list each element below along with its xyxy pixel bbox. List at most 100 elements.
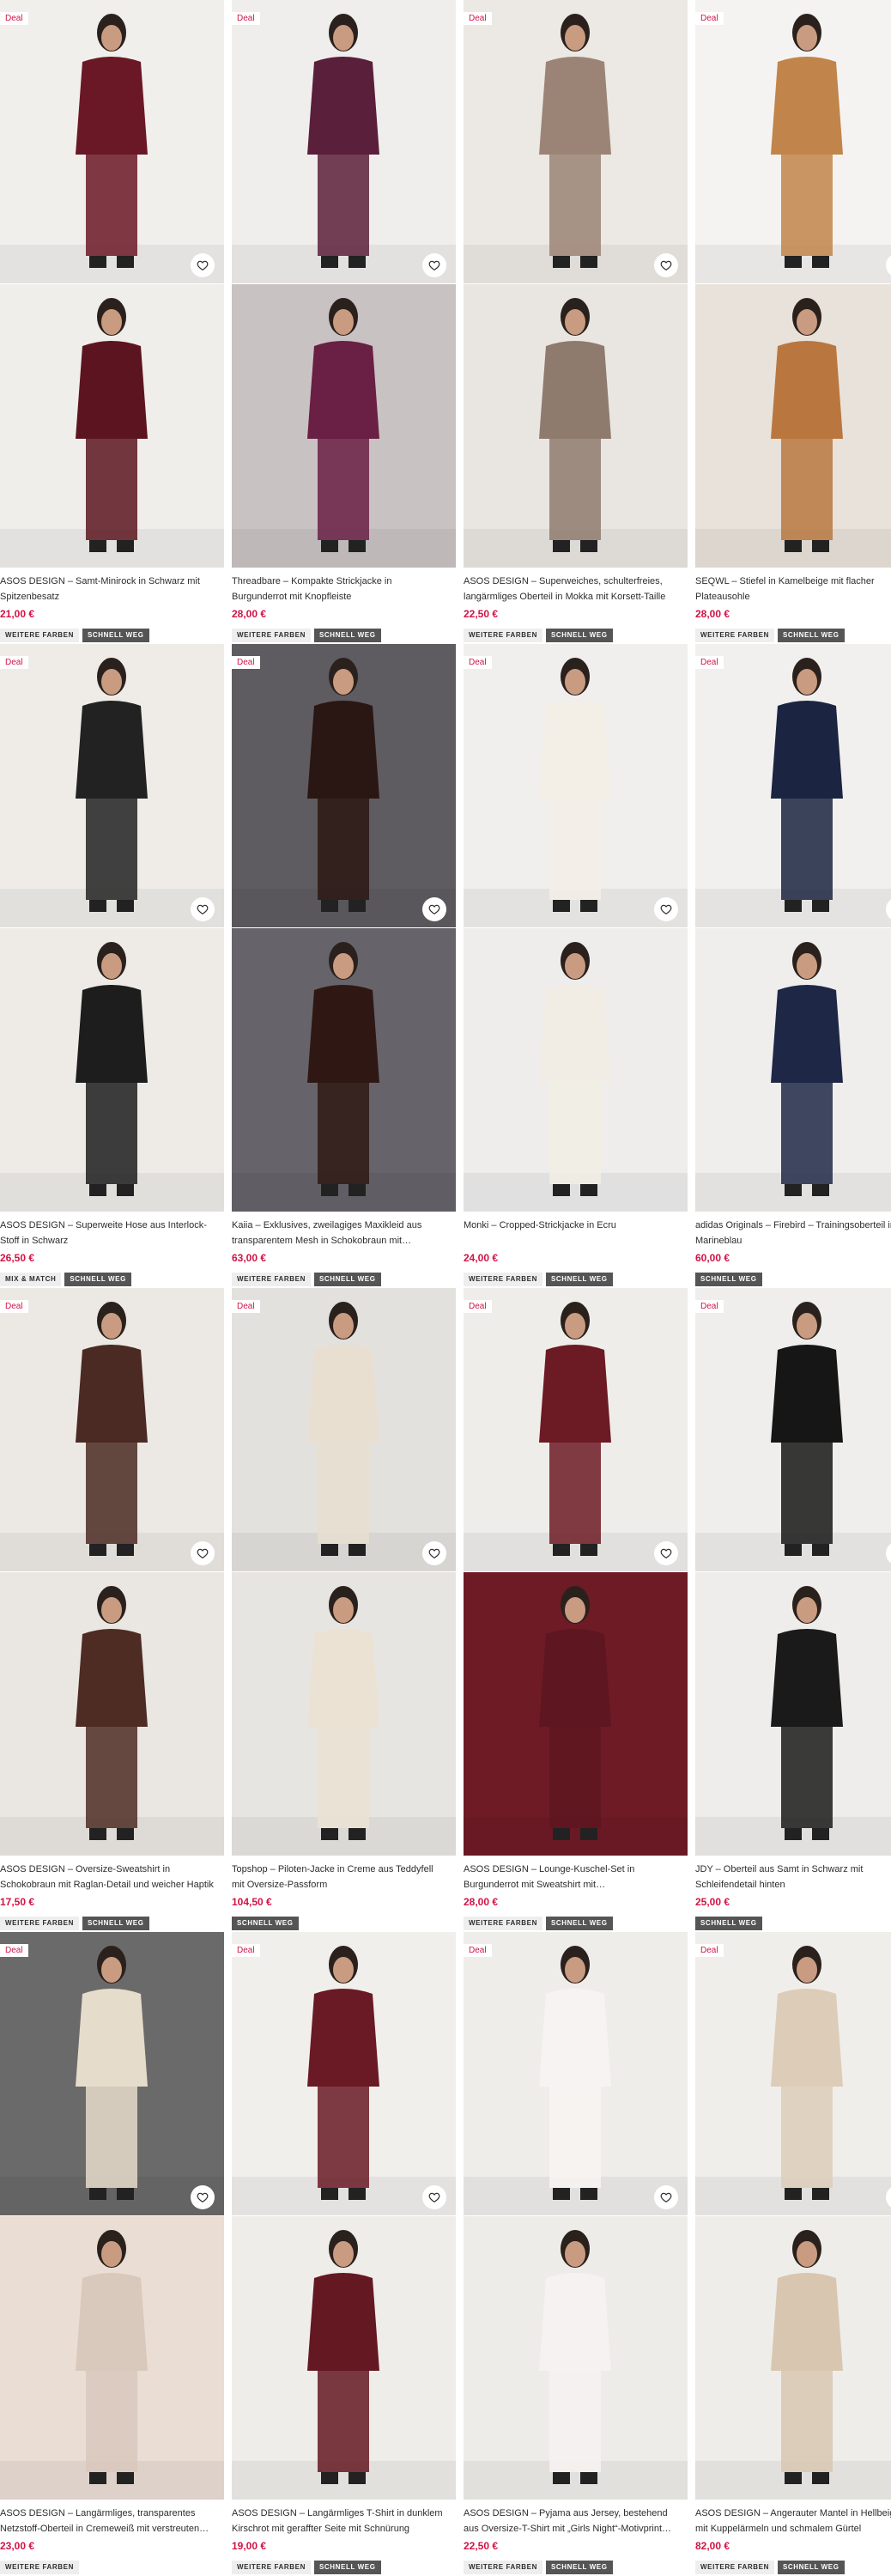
save-for-later-button[interactable]	[191, 253, 215, 277]
product-photo	[695, 1932, 891, 2215]
product-image[interactable]: Deal	[464, 644, 688, 927]
product-image[interactable]: Deal	[0, 1288, 224, 1571]
product-badge: SCHNELL WEG	[232, 1917, 299, 1930]
product-image-alt[interactable]	[0, 1572, 224, 1856]
product-image[interactable]: Deal	[464, 1932, 688, 2215]
product-card[interactable]: Deal ASOS DESIGN – Lounge-Kuschel-Set in …	[464, 1288, 688, 1932]
product-image[interactable]: Deal	[0, 644, 224, 927]
save-for-later-button[interactable]	[422, 2185, 446, 2209]
product-title[interactable]: ASOS DESIGN – Oversize-Sweatshirt in Sch…	[0, 1862, 215, 1893]
product-image-alt[interactable]	[464, 1572, 688, 1856]
product-photo-alt	[0, 1572, 224, 1856]
save-for-later-button[interactable]	[422, 897, 446, 921]
product-badge: SCHNELL WEG	[82, 629, 149, 642]
deal-badge: Deal	[695, 1300, 724, 1313]
product-card[interactable]: Deal ASOS DESIGN – Langärmliges T-Shirt i…	[232, 1932, 456, 2576]
save-for-later-button[interactable]	[654, 2185, 678, 2209]
heart-icon	[197, 260, 209, 270]
product-card[interactable]: Deal ASOS DESIGN – Pyjama aus Jersey, bes…	[464, 1932, 688, 2576]
save-for-later-button[interactable]	[191, 2185, 215, 2209]
product-badge: WEITERE FARBEN	[464, 1273, 542, 1286]
product-card[interactable]: Deal Monki – Cropped-Strickjacke in Ecru 2…	[464, 644, 688, 1288]
save-for-later-button[interactable]	[654, 1541, 678, 1565]
product-card[interactable]: Deal JDY – Oberteil aus Samt in Schwarz m…	[695, 1288, 891, 1932]
product-card[interactable]: Deal ASOS DESIGN – Samt-Minirock in Schwa…	[0, 0, 224, 644]
product-title[interactable]: ASOS DESIGN – Samt-Minirock in Schwarz m…	[0, 574, 215, 605]
product-image-alt[interactable]	[695, 284, 891, 568]
product-card[interactable]: Deal adidas Originals – Firebird – Traini…	[695, 644, 891, 1288]
product-card[interactable]: Deal Threadbare – Kompakte Strickjacke in…	[232, 0, 456, 644]
product-image-alt[interactable]	[0, 2216, 224, 2500]
product-title[interactable]: adidas Originals – Firebird – Trainingso…	[695, 1218, 891, 1249]
product-card[interactable]: Deal Topshop – Piloten-Jacke in Creme aus…	[232, 1288, 456, 1932]
product-title[interactable]: ASOS DESIGN – Langärmliges, transparente…	[0, 2506, 215, 2537]
product-image[interactable]: Deal	[0, 1932, 224, 2215]
product-image-alt[interactable]	[0, 284, 224, 568]
product-price: 21,00 €	[0, 608, 35, 620]
save-for-later-button[interactable]	[191, 897, 215, 921]
product-badges: WEITERE FARBEN SCHNELL WEG	[464, 629, 613, 642]
product-title[interactable]: ASOS DESIGN – Angerauter Mantel in Hellb…	[695, 2506, 891, 2537]
product-title[interactable]: Monki – Cropped-Strickjacke in Ecru	[464, 1218, 678, 1233]
save-for-later-button[interactable]	[654, 253, 678, 277]
save-for-later-button[interactable]	[422, 1541, 446, 1565]
product-title[interactable]: ASOS DESIGN – Superweiches, schulterfrei…	[464, 574, 678, 605]
product-card[interactable]: Deal Kaiia – Exklusives, zweilagiges Maxi…	[232, 644, 456, 1288]
product-photo	[0, 0, 224, 283]
product-image[interactable]: Deal	[232, 0, 456, 283]
product-title[interactable]: Topshop – Piloten-Jacke in Creme aus Ted…	[232, 1862, 446, 1893]
product-photo	[232, 0, 456, 283]
product-image-alt[interactable]	[464, 2216, 688, 2500]
product-image[interactable]: Deal	[695, 1288, 891, 1571]
deal-badge: Deal	[0, 12, 28, 25]
product-image-alt[interactable]	[232, 284, 456, 568]
product-title[interactable]: ASOS DESIGN – Pyjama aus Jersey, bestehe…	[464, 2506, 678, 2537]
product-card[interactable]: Deal ASOS DESIGN – Oversize-Sweatshirt in…	[0, 1288, 224, 1932]
product-card[interactable]: Deal ASOS DESIGN – Angerauter Mantel in H…	[695, 1932, 891, 2576]
product-image-alt[interactable]	[232, 928, 456, 1212]
product-photo	[695, 1288, 891, 1571]
product-title[interactable]: ASOS DESIGN – Superweite Hose aus Interl…	[0, 1218, 215, 1249]
product-image-alt[interactable]	[464, 928, 688, 1212]
product-card[interactable]: Deal ASOS DESIGN – Langärmliges, transpar…	[0, 1932, 224, 2576]
product-title[interactable]: JDY – Oberteil aus Samt in Schwarz mit S…	[695, 1862, 891, 1893]
product-card[interactable]: Deal ASOS DESIGN – Superweiches, schulter…	[464, 0, 688, 644]
product-title[interactable]: ASOS DESIGN – Lounge-Kuschel-Set in Burg…	[464, 1862, 678, 1893]
product-image[interactable]: Deal	[695, 644, 891, 927]
product-image[interactable]: Deal	[232, 644, 456, 927]
product-image-alt[interactable]	[695, 928, 891, 1212]
product-image[interactable]: Deal	[695, 1932, 891, 2215]
product-title[interactable]: SEQWL – Stiefel in Kamelbeige mit flache…	[695, 574, 891, 605]
product-price: 28,00 €	[695, 608, 730, 620]
product-image[interactable]: Deal	[232, 1932, 456, 2215]
product-badge: WEITERE FARBEN	[232, 629, 311, 642]
product-photo-alt	[232, 2216, 456, 2500]
product-image-alt[interactable]	[232, 1572, 456, 1856]
product-title[interactable]: Kaiia – Exklusives, zweilagiges Maxiklei…	[232, 1218, 446, 1249]
product-image-alt[interactable]	[695, 1572, 891, 1856]
product-image-alt[interactable]	[0, 928, 224, 1212]
product-image-alt[interactable]	[232, 2216, 456, 2500]
product-card[interactable]: Deal ASOS DESIGN – Superweite Hose aus In…	[0, 644, 224, 1288]
product-title[interactable]: Threadbare – Kompakte Strickjacke in Bur…	[232, 574, 446, 605]
product-badges: SCHNELL WEG	[695, 1917, 762, 1930]
product-price: 22,50 €	[464, 2540, 499, 2552]
product-image-alt[interactable]	[695, 2216, 891, 2500]
product-image[interactable]: Deal	[464, 1288, 688, 1571]
product-image[interactable]: Deal	[695, 0, 891, 283]
product-title[interactable]: ASOS DESIGN – Langärmliges T-Shirt in du…	[232, 2506, 446, 2537]
product-photo-alt	[695, 1572, 891, 1856]
product-image-alt[interactable]	[464, 284, 688, 568]
product-image[interactable]: Deal	[464, 0, 688, 283]
product-photo-alt	[464, 2216, 688, 2500]
save-for-later-button[interactable]	[422, 253, 446, 277]
product-badge: SCHNELL WEG	[695, 1917, 762, 1930]
product-badges: WEITERE FARBEN SCHNELL WEG	[232, 2561, 381, 2574]
product-badge: SCHNELL WEG	[545, 1917, 613, 1930]
product-card[interactable]: Deal SEQWL – Stiefel in Kamelbeige mit fl…	[695, 0, 891, 644]
product-image[interactable]: Deal	[0, 0, 224, 283]
save-for-later-button[interactable]	[654, 897, 678, 921]
save-for-later-button[interactable]	[191, 1541, 215, 1565]
deal-badge: Deal	[0, 1300, 28, 1313]
product-image[interactable]: Deal	[232, 1288, 456, 1571]
